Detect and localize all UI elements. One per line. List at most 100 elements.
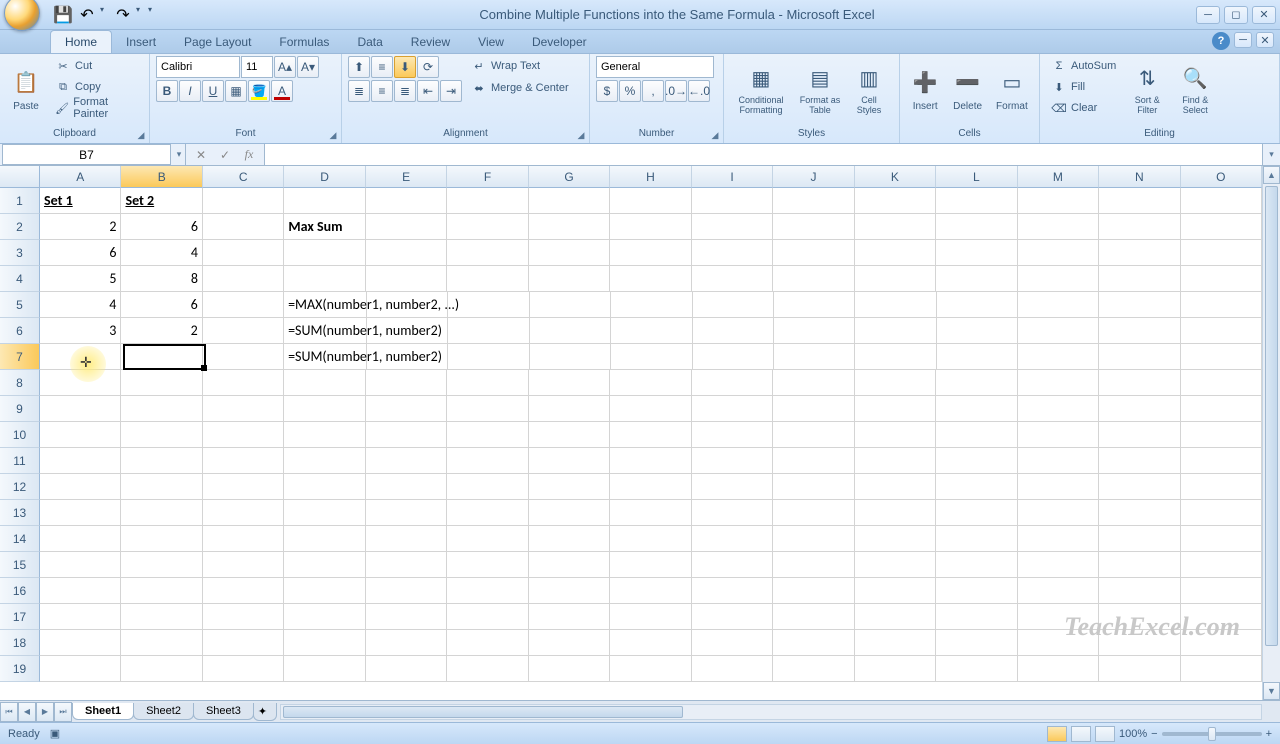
cell-L12[interactable] (936, 474, 1017, 500)
cell-J10[interactable] (773, 422, 854, 448)
qat-customize[interactable]: ▾ (148, 5, 158, 25)
cell-M19[interactable] (1018, 656, 1099, 682)
cell-C15[interactable] (203, 552, 284, 578)
horizontal-scrollbar[interactable] (280, 704, 1262, 720)
cell-L14[interactable] (936, 526, 1017, 552)
cell-J16[interactable] (773, 578, 854, 604)
cell-C6[interactable] (203, 318, 284, 344)
undo-button[interactable]: ↶ (76, 5, 98, 25)
select-all-corner[interactable] (0, 166, 40, 188)
cell-N8[interactable] (1099, 370, 1180, 396)
cell-C1[interactable] (203, 188, 284, 214)
currency-button[interactable]: $ (596, 80, 618, 102)
sheet-tab-1[interactable]: Sheet1 (72, 703, 134, 720)
cell-L6[interactable] (937, 318, 1018, 344)
align-left-button[interactable]: ≣ (348, 80, 370, 102)
number-dialog-launcher[interactable]: ◢ (709, 129, 721, 141)
cell-A12[interactable] (40, 474, 121, 500)
cell-G4[interactable] (529, 266, 610, 292)
sheet-tab-2[interactable]: Sheet2 (133, 703, 194, 720)
cell-B9[interactable] (121, 396, 202, 422)
vertical-scroll-thumb[interactable] (1265, 186, 1278, 646)
cell-L18[interactable] (936, 630, 1017, 656)
tab-insert[interactable]: Insert (112, 31, 170, 53)
cell-E16[interactable] (366, 578, 447, 604)
cell-G11[interactable] (529, 448, 610, 474)
vertical-scrollbar[interactable]: ▲ ▼ (1262, 166, 1280, 700)
sheet-last-button[interactable]: ⏭ (54, 702, 72, 722)
cell-I10[interactable] (692, 422, 773, 448)
page-layout-view-button[interactable] (1071, 726, 1091, 742)
cell-K4[interactable] (855, 266, 936, 292)
cell-M4[interactable] (1018, 266, 1099, 292)
fill-color-button[interactable]: 🪣 (248, 80, 270, 102)
cell-L13[interactable] (936, 500, 1017, 526)
scroll-up-button[interactable]: ▲ (1263, 166, 1280, 184)
cell-E9[interactable] (366, 396, 447, 422)
cell-G12[interactable] (529, 474, 610, 500)
row-header-14[interactable]: 14 (0, 526, 40, 552)
zoom-out-button[interactable]: − (1151, 728, 1157, 740)
cell-O12[interactable] (1181, 474, 1262, 500)
cell-H12[interactable] (610, 474, 691, 500)
cell-D1[interactable] (284, 188, 365, 214)
sort-filter-button[interactable]: ⇅Sort & Filter (1125, 56, 1169, 122)
col-header-B[interactable]: B (121, 166, 202, 188)
normal-view-button[interactable] (1047, 726, 1067, 742)
redo-dropdown[interactable]: ▾ (136, 5, 146, 25)
decrease-decimal-button[interactable]: ←.0 (688, 80, 710, 102)
cell-O10[interactable] (1181, 422, 1262, 448)
cell-O16[interactable] (1181, 578, 1262, 604)
cell-G13[interactable] (529, 500, 610, 526)
row-header-4[interactable]: 4 (0, 266, 40, 292)
row-header-19[interactable]: 19 (0, 656, 40, 682)
cell-J2[interactable] (773, 214, 854, 240)
cell-N2[interactable] (1099, 214, 1180, 240)
cell-O13[interactable] (1181, 500, 1262, 526)
cell-A16[interactable] (40, 578, 121, 604)
cell-B15[interactable] (121, 552, 202, 578)
new-sheet-button[interactable]: ✦ (253, 703, 277, 721)
cell-K12[interactable] (855, 474, 936, 500)
cell-L10[interactable] (936, 422, 1017, 448)
cell-D18[interactable] (284, 630, 365, 656)
number-format-select[interactable] (596, 56, 714, 78)
cell-G1[interactable] (529, 188, 610, 214)
cell-B16[interactable] (121, 578, 202, 604)
cell-K15[interactable] (855, 552, 936, 578)
cell-O14[interactable] (1181, 526, 1262, 552)
cell-F6[interactable] (448, 318, 529, 344)
increase-indent-button[interactable]: ⇥ (440, 80, 462, 102)
grow-font-button[interactable]: A▴ (274, 56, 296, 78)
cell-A14[interactable] (40, 526, 121, 552)
cell-H15[interactable] (610, 552, 691, 578)
comma-button[interactable]: , (642, 80, 664, 102)
cell-H2[interactable] (610, 214, 691, 240)
row-header-11[interactable]: 11 (0, 448, 40, 474)
cell-L3[interactable] (936, 240, 1017, 266)
cell-J11[interactable] (773, 448, 854, 474)
cell-E3[interactable] (366, 240, 447, 266)
delete-cells-button[interactable]: ➖Delete (948, 56, 986, 122)
cell-A8[interactable] (40, 370, 121, 396)
cell-M3[interactable] (1018, 240, 1099, 266)
cell-G16[interactable] (529, 578, 610, 604)
cell-J13[interactable] (773, 500, 854, 526)
shrink-font-button[interactable]: A▾ (297, 56, 319, 78)
minimize-button[interactable]: ─ (1196, 6, 1220, 24)
cell-J1[interactable] (773, 188, 854, 214)
cell-D5[interactable]: =MAX(number1, number2, ...) (284, 292, 367, 318)
cell-B12[interactable] (121, 474, 202, 500)
cell-B4[interactable]: 8 (121, 266, 202, 292)
format-as-table-button[interactable]: ▤Format as Table (796, 56, 844, 122)
cell-K5[interactable] (855, 292, 936, 318)
align-right-button[interactable]: ≣ (394, 80, 416, 102)
percent-button[interactable]: % (619, 80, 641, 102)
col-header-O[interactable]: O (1181, 166, 1262, 188)
cell-N12[interactable] (1099, 474, 1180, 500)
cell-A9[interactable] (40, 396, 121, 422)
cell-I14[interactable] (692, 526, 773, 552)
cell-J17[interactable] (773, 604, 854, 630)
cell-D16[interactable] (284, 578, 365, 604)
cell-F2[interactable] (447, 214, 528, 240)
